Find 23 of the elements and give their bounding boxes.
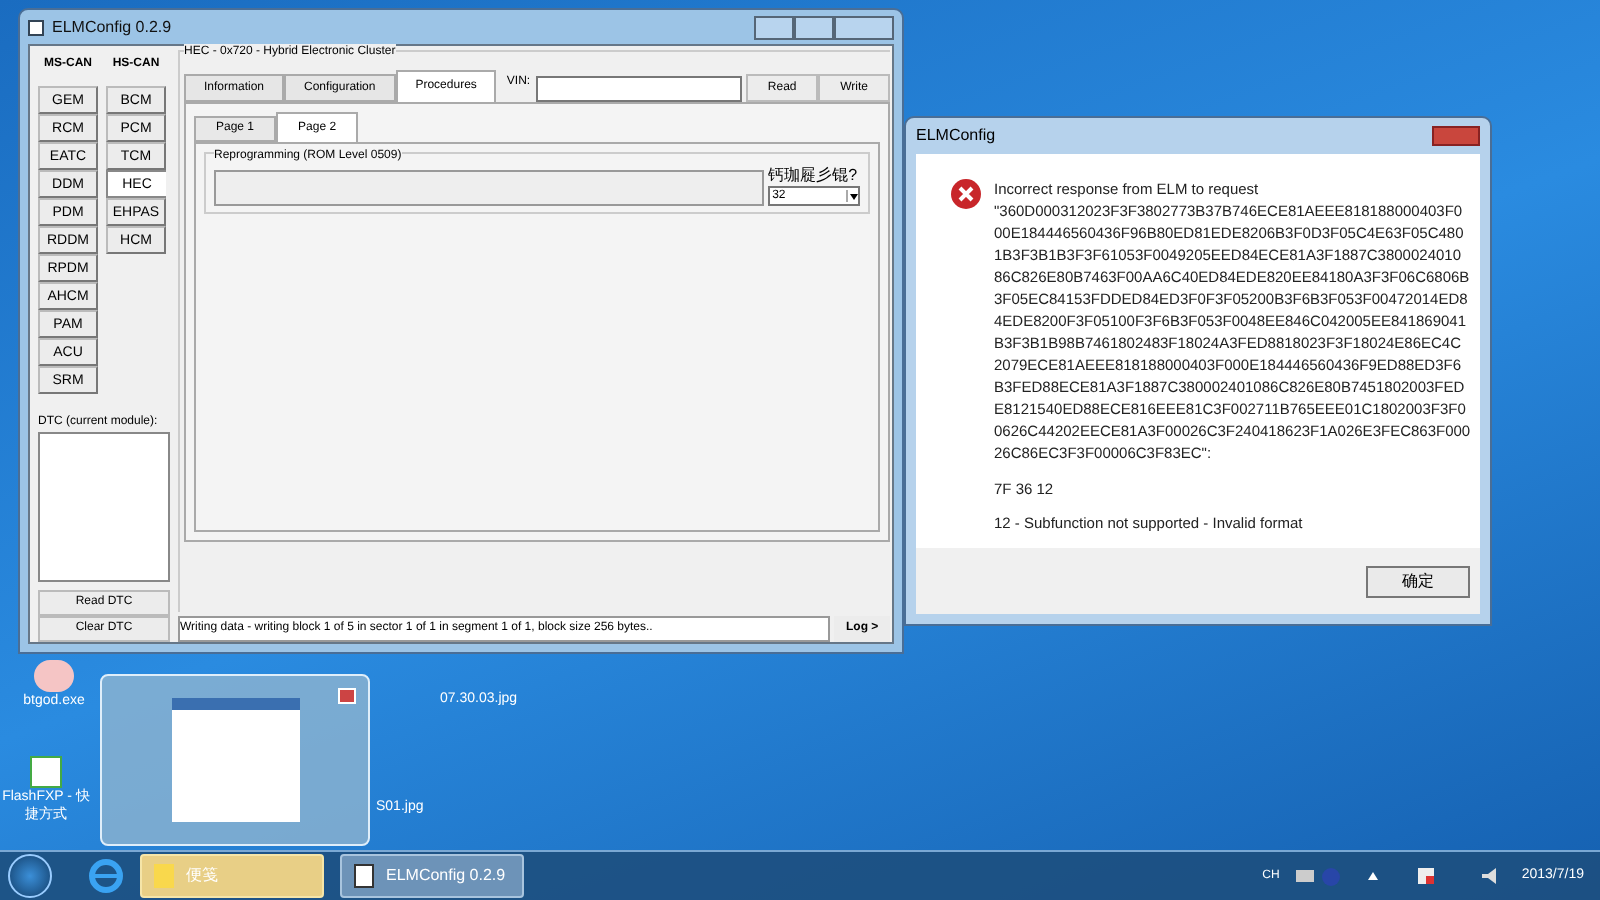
ok-button[interactable]: 确定 xyxy=(1366,565,1470,597)
caret-icon xyxy=(846,190,859,202)
note-icon xyxy=(154,864,174,888)
window-thumbnail-drawing xyxy=(171,698,299,822)
error-icon xyxy=(950,178,982,210)
keyboard-icon[interactable] xyxy=(1295,870,1314,882)
up-arrow-icon[interactable] xyxy=(1367,872,1378,880)
option-label: 钙珈屣彡锟? xyxy=(768,166,860,186)
flag-icon[interactable] xyxy=(1417,868,1434,884)
window-title: ELMConfig 0.2.9 xyxy=(52,15,172,39)
close-button[interactable] xyxy=(834,15,894,39)
volume-icon[interactable] xyxy=(1481,868,1498,884)
app-icon xyxy=(28,19,44,35)
window-preview[interactable] xyxy=(100,674,370,846)
vin-field[interactable] xyxy=(536,76,743,102)
minimize-button[interactable] xyxy=(754,15,794,39)
start-button[interactable] xyxy=(8,854,52,898)
close-icon[interactable] xyxy=(338,688,356,704)
browser-icon[interactable] xyxy=(88,858,124,894)
maximize-button[interactable] xyxy=(794,15,834,39)
window-icon xyxy=(354,864,374,888)
shortcut-icon[interactable] xyxy=(30,756,62,788)
dialog-title: ELMConfig xyxy=(916,124,996,148)
